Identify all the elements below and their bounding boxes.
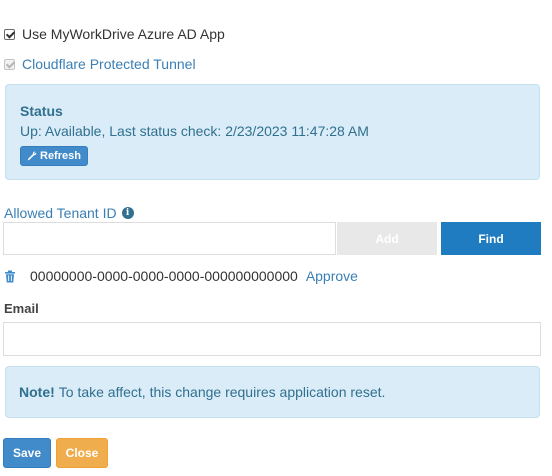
add-button[interactable]: Add — [337, 222, 437, 255]
use-azure-app-label: Use MyWorkDrive Azure AD App — [22, 26, 225, 42]
trash-icon[interactable] — [4, 270, 16, 283]
note-text: To take affect, this change requires app… — [58, 384, 386, 400]
tenant-id-label: Allowed Tenant ID i — [4, 205, 134, 221]
save-button[interactable]: Save — [3, 438, 51, 468]
note-strong: Note! — [19, 384, 55, 400]
tenant-id-value: 00000000-0000-0000-0000-000000000000 — [30, 268, 298, 284]
cloudflare-tunnel-checkbox — [4, 58, 15, 70]
status-text: Up: Available, Last status check: 2/23/2… — [20, 123, 369, 139]
wrench-icon — [27, 151, 37, 161]
cloudflare-tunnel-option: Cloudflare Protected Tunnel — [4, 56, 196, 72]
find-button[interactable]: Find — [441, 222, 541, 255]
approve-link[interactable]: Approve — [306, 268, 358, 284]
status-panel: Status Up: Available, Last status check:… — [5, 84, 540, 180]
tenant-entry-row: 00000000-0000-0000-0000-000000000000 App… — [4, 268, 358, 284]
email-input[interactable] — [3, 322, 541, 356]
use-azure-app-option[interactable]: Use MyWorkDrive Azure AD App — [4, 26, 225, 42]
tenant-id-label-text: Allowed Tenant ID — [4, 205, 117, 221]
close-button[interactable]: Close — [56, 438, 108, 468]
status-title: Status — [20, 103, 63, 119]
refresh-label: Refresh — [40, 150, 81, 162]
use-azure-app-checkbox[interactable] — [4, 28, 15, 40]
tenant-id-input[interactable] — [3, 222, 336, 255]
cloudflare-tunnel-label: Cloudflare Protected Tunnel — [22, 56, 196, 72]
refresh-button[interactable]: Refresh — [20, 146, 88, 166]
email-label: Email — [4, 301, 39, 316]
note-panel: Note! To take affect, this change requir… — [5, 366, 540, 418]
info-icon[interactable]: i — [121, 207, 134, 219]
